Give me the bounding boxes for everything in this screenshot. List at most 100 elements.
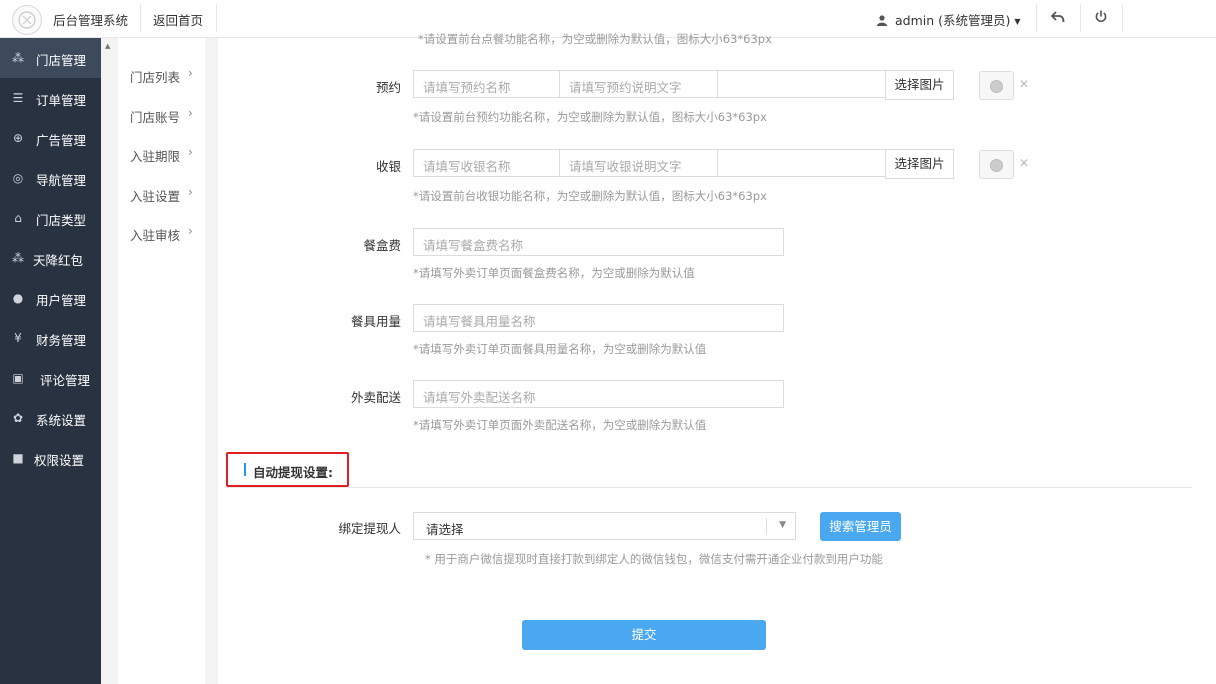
logo-icon bbox=[18, 11, 36, 29]
user-name: admin (系统管理员) bbox=[895, 13, 1011, 28]
undo-icon bbox=[1050, 11, 1065, 23]
logout-button[interactable] bbox=[1092, 9, 1110, 27]
box-fee-hint: *请填写外卖订单页面餐盒费名称，为空或删除为默认值 bbox=[413, 266, 695, 280]
subnav-item-label: 门店列表 bbox=[130, 70, 181, 85]
user-menu[interactable]: admin (系统管理员) ▼ bbox=[877, 10, 1021, 29]
chevron-right-icon: › bbox=[188, 184, 193, 199]
bind-withdrawer-label: 绑定提现人 bbox=[338, 521, 401, 536]
cubes-icon: ⁂ bbox=[12, 251, 24, 265]
main-content bbox=[218, 38, 1216, 684]
close-icon[interactable]: ✕ bbox=[1019, 77, 1029, 91]
tableware-label: 餐具用量 bbox=[350, 314, 401, 329]
chevron-down-icon: ▼ bbox=[1014, 17, 1021, 26]
subnav-item-label: 入驻审核 bbox=[130, 228, 181, 243]
sidebar-item-finance[interactable]: ¥ 财务管理 bbox=[0, 318, 101, 358]
submit-button[interactable]: 提交 bbox=[522, 620, 766, 650]
cashier-image-path-input[interactable] bbox=[717, 149, 886, 177]
bank-icon: ⌂ bbox=[14, 211, 22, 225]
subnav-item-store-list[interactable]: 门店列表 › bbox=[118, 54, 205, 94]
compass-icon: ◎ bbox=[12, 171, 24, 185]
sidebar-item-red-packets[interactable]: ⁂ 天降红包 bbox=[0, 238, 101, 278]
box-fee-label: 餐盒费 bbox=[363, 238, 401, 253]
sidebar: ⁂ 门店管理 ☰ 订单管理 ⊕ 广告管理 ◎ 导航管理 ⌂ 门店类型 ⁂ 天降红… bbox=[0, 38, 101, 684]
booking-name-input[interactable]: 请填写预约名称 bbox=[413, 70, 560, 98]
yen-icon: ¥ bbox=[14, 331, 22, 345]
sidebar-item-label: 广告管理 bbox=[36, 133, 87, 148]
box-fee-input[interactable]: 请填写餐盒费名称 bbox=[413, 228, 784, 256]
sub-navigation: 门店列表 › 门店账号 › 入驻期限 › 入驻设置 › 入驻审核 › bbox=[118, 38, 205, 684]
booking-hint: *请设置前台预约功能名称，为空或删除为默认值，图标大小63*63px bbox=[413, 110, 767, 124]
sidebar-item-label: 评论管理 bbox=[40, 373, 91, 388]
close-icon[interactable]: ✕ bbox=[1019, 156, 1029, 170]
cashier-hint: *请设置前台收银功能名称，为空或删除为默认值，图标大小63*63px bbox=[413, 189, 767, 203]
subnav-item-residency-settings[interactable]: 入驻设置 › bbox=[118, 173, 205, 213]
cashier-desc-input[interactable]: 请填写收银说明文字 bbox=[559, 149, 718, 177]
sidebar-item-navigation[interactable]: ◎ 导航管理 bbox=[0, 158, 101, 198]
withdraw-hint: * 用于商户微信提现时直接打款到绑定人的微信钱包，微信支付需开通企业付款到用户功… bbox=[425, 552, 883, 566]
subnav-item-label: 入驻设置 bbox=[130, 188, 181, 204]
cashier-label: 收银 bbox=[375, 159, 401, 174]
list-icon: ☰ bbox=[12, 91, 24, 105]
tableware-input[interactable]: 请填写餐具用量名称 bbox=[413, 304, 784, 332]
search-admin-button[interactable]: 搜索管理员 bbox=[820, 512, 901, 541]
cubes-icon: ⁂ bbox=[12, 51, 24, 65]
subnav-item-residency-term[interactable]: 入驻期限 › bbox=[118, 133, 205, 173]
cashier-image-thumbnail bbox=[979, 150, 1014, 179]
header-divider bbox=[140, 4, 141, 32]
auto-withdraw-section-title: 自动提现设置: bbox=[226, 452, 349, 487]
sidebar-item-label: 天降红包 bbox=[33, 253, 84, 268]
sidebar-item-store-types[interactable]: ⌂ 门店类型 bbox=[0, 198, 101, 238]
sidebar-item-users[interactable]: ● 用户管理 bbox=[0, 278, 101, 318]
section-title-text: 自动提现设置: bbox=[253, 465, 333, 480]
subnav-item-store-accounts[interactable]: 门店账号 › bbox=[118, 94, 205, 134]
subnav-item-label: 入驻期限 bbox=[130, 149, 181, 164]
sidebar-item-label: 权限设置 bbox=[34, 453, 85, 468]
sidebar-item-store-management[interactable]: ⁂ 门店管理 bbox=[0, 38, 101, 78]
header-divider bbox=[1036, 4, 1037, 32]
lock-icon: ■ bbox=[12, 451, 24, 465]
sidebar-item-label: 门店类型 bbox=[36, 213, 87, 228]
section-divider bbox=[226, 487, 1192, 488]
gear-icon: ✿ bbox=[12, 411, 24, 425]
app-title: 后台管理系统 bbox=[53, 13, 129, 28]
chevron-right-icon: › bbox=[188, 145, 193, 159]
sidebar-item-system-settings[interactable]: ✿ 系统设置 bbox=[0, 398, 101, 438]
chevron-right-icon: › bbox=[188, 105, 193, 120]
sidebar-item-label: 订单管理 bbox=[36, 93, 87, 108]
sidebar-item-label: 用户管理 bbox=[36, 293, 87, 308]
withdrawer-select-value: 请选择 bbox=[426, 522, 464, 537]
sidebar-item-ads[interactable]: ⊕ 广告管理 bbox=[0, 118, 101, 158]
sidebar-item-permissions[interactable]: ■ 权限设置 bbox=[0, 438, 101, 478]
sidebar-item-orders[interactable]: ☰ 订单管理 bbox=[0, 78, 101, 118]
header-divider bbox=[216, 4, 217, 32]
delivery-label: 外卖配送 bbox=[350, 390, 401, 405]
sidebar-item-comments[interactable]: ▣ 评论管理 bbox=[0, 358, 101, 398]
back-button[interactable] bbox=[1049, 9, 1067, 27]
select-divider bbox=[766, 518, 767, 535]
section-marker bbox=[244, 463, 246, 476]
cashier-name-input[interactable]: 请填写收银名称 bbox=[413, 149, 560, 177]
booking-image-thumbnail bbox=[979, 71, 1014, 100]
booking-image-path-input[interactable] bbox=[717, 70, 886, 98]
chevron-right-icon: › bbox=[188, 66, 193, 80]
scroll-up-icon[interactable]: ▲ bbox=[105, 42, 110, 50]
cashier-select-image-button[interactable]: 选择图片 bbox=[885, 149, 954, 179]
home-link[interactable]: 返回首页 bbox=[153, 10, 203, 29]
sidebar-item-label: 财务管理 bbox=[36, 333, 87, 348]
sidebar-item-label: 系统设置 bbox=[36, 413, 87, 428]
delivery-hint: *请填写外卖订单页面外卖配送名称，为空或删除为默认值 bbox=[413, 418, 707, 432]
user-icon: ● bbox=[12, 291, 24, 305]
chevron-right-icon: › bbox=[188, 224, 193, 238]
booking-desc-input[interactable]: 请填写预约说明文字 bbox=[559, 70, 718, 98]
sidebar-item-label: 门店管理 bbox=[36, 53, 87, 68]
sidebar-item-label: 导航管理 bbox=[36, 173, 87, 188]
tableware-hint: *请填写外卖订单页面餐具用量名称，为空或删除为默认值 bbox=[413, 342, 707, 356]
delivery-input[interactable]: 请填写外卖配送名称 bbox=[413, 380, 784, 408]
logo bbox=[12, 5, 42, 35]
sidebar-gutter bbox=[101, 38, 118, 684]
subnav-item-label: 门店账号 bbox=[130, 109, 181, 125]
booking-select-image-button[interactable]: 选择图片 bbox=[885, 70, 954, 100]
withdrawer-select[interactable]: 请选择 ▼ bbox=[413, 512, 796, 540]
subnav-item-residency-review[interactable]: 入驻审核 › bbox=[118, 212, 205, 252]
header-divider bbox=[1080, 4, 1081, 32]
